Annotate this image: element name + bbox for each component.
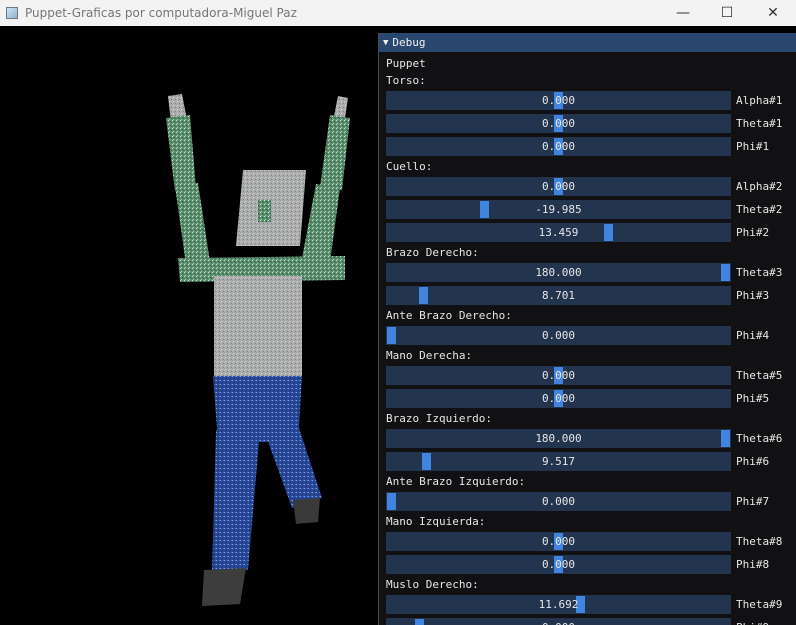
- slider-label: Phi#6: [736, 455, 770, 468]
- slider-label: Phi#5: [736, 392, 770, 405]
- slider-label: Theta#8: [736, 535, 783, 548]
- slider-value: 180.000: [535, 266, 582, 279]
- slider-value: 0.000: [541, 94, 576, 107]
- slider-label: Phi#1: [736, 140, 770, 153]
- slider-label: Theta#5: [736, 369, 783, 382]
- slider-label: Alpha#1: [736, 94, 783, 107]
- slider[interactable]: 11.692: [386, 595, 731, 614]
- slider-label: Theta#9: [736, 598, 783, 611]
- slider[interactable]: 0.000: [386, 389, 731, 408]
- puppet-subtitle: Puppet: [386, 57, 426, 70]
- slider[interactable]: -19.985: [386, 200, 731, 219]
- slider-label: Phi#3: [736, 289, 770, 302]
- title-bar[interactable]: Puppet-Graficas por computadora-Miguel P…: [0, 0, 796, 26]
- slider[interactable]: 0.000: [386, 555, 731, 574]
- slider-value: 13.459: [538, 226, 579, 239]
- section-title: Muslo Derecho:: [386, 578, 479, 591]
- slider[interactable]: 0.000: [386, 137, 731, 156]
- section-title: Brazo Derecho:: [386, 246, 479, 259]
- slider-value: 0.000: [541, 535, 576, 548]
- slider-label: Theta#1: [736, 117, 783, 130]
- slider-label: Phi#2: [736, 226, 770, 239]
- section-title: Brazo Izquierdo:: [386, 412, 492, 425]
- app-icon: [6, 7, 18, 19]
- section-title: Cuello:: [386, 160, 433, 173]
- section-title: Mano Derecha:: [386, 349, 473, 362]
- slider-label: Phi#4: [736, 329, 770, 342]
- close-button[interactable]: ✕: [750, 0, 796, 26]
- section-title: Ante Brazo Derecho:: [386, 309, 512, 322]
- slider[interactable]: 180.000: [386, 263, 731, 282]
- slider-value: 0.000: [541, 117, 576, 130]
- slider-value: 9.517: [541, 455, 576, 468]
- slider-value: 0.000: [541, 140, 576, 153]
- slider-value: 11.692: [538, 598, 579, 611]
- slider[interactable]: 0.000: [386, 532, 731, 551]
- minimize-button[interactable]: —: [660, 0, 706, 26]
- maximize-button[interactable]: ☐: [704, 0, 750, 26]
- slider-label: Phi#8: [736, 558, 770, 571]
- collapse-arrow-icon[interactable]: ▼: [383, 38, 388, 48]
- slider-value: 0.000: [541, 329, 576, 342]
- slider[interactable]: 0.000: [386, 492, 731, 511]
- section-title: Torso:: [386, 74, 426, 87]
- section-title: Mano Izquierda:: [386, 515, 486, 528]
- slider[interactable]: 9.517: [386, 452, 731, 471]
- slider-value: 0.000: [541, 392, 576, 405]
- slider-label: Phi#9: [736, 618, 769, 625]
- slider[interactable]: 0.000: [386, 366, 731, 385]
- slider-value: 0.000: [541, 369, 576, 382]
- slider[interactable]: 8.701: [386, 286, 731, 305]
- slider[interactable]: 0.000: [386, 618, 731, 625]
- debug-panel[interactable]: ▼ Debug Puppet Torso: 0.000 Alpha#1 0.000 Th…: [378, 33, 796, 625]
- slider-value: 0.000: [541, 180, 576, 193]
- slider-label: Theta#6: [736, 432, 783, 445]
- slider[interactable]: 0.000: [386, 91, 731, 110]
- slider-value: 0.000: [541, 558, 576, 571]
- slider[interactable]: 13.459: [386, 223, 731, 242]
- slider-value: 180.000: [535, 432, 582, 445]
- slider[interactable]: 0.000: [386, 114, 731, 133]
- slider[interactable]: 0.000: [386, 177, 731, 196]
- window-title: Puppet-Graficas por computadora-Miguel P…: [25, 6, 297, 20]
- slider-value: 8.701: [541, 289, 576, 302]
- puppet-model: [166, 94, 350, 606]
- slider-label: Phi#7: [736, 495, 770, 508]
- slider-value: -19.985: [535, 203, 582, 216]
- slider[interactable]: 180.000: [386, 429, 731, 448]
- debug-title: Debug: [392, 36, 426, 49]
- slider-value: 0.000: [541, 495, 576, 508]
- section-title: Ante Brazo Izquierdo:: [386, 475, 526, 488]
- slider-label: Theta#2: [736, 203, 783, 216]
- slider-label: Alpha#2: [736, 180, 783, 193]
- debug-header[interactable]: ▼ Debug: [379, 33, 796, 52]
- slider-label: Theta#3: [736, 266, 783, 279]
- slider-value: 0.000: [386, 618, 731, 625]
- slider[interactable]: 0.000: [386, 326, 731, 345]
